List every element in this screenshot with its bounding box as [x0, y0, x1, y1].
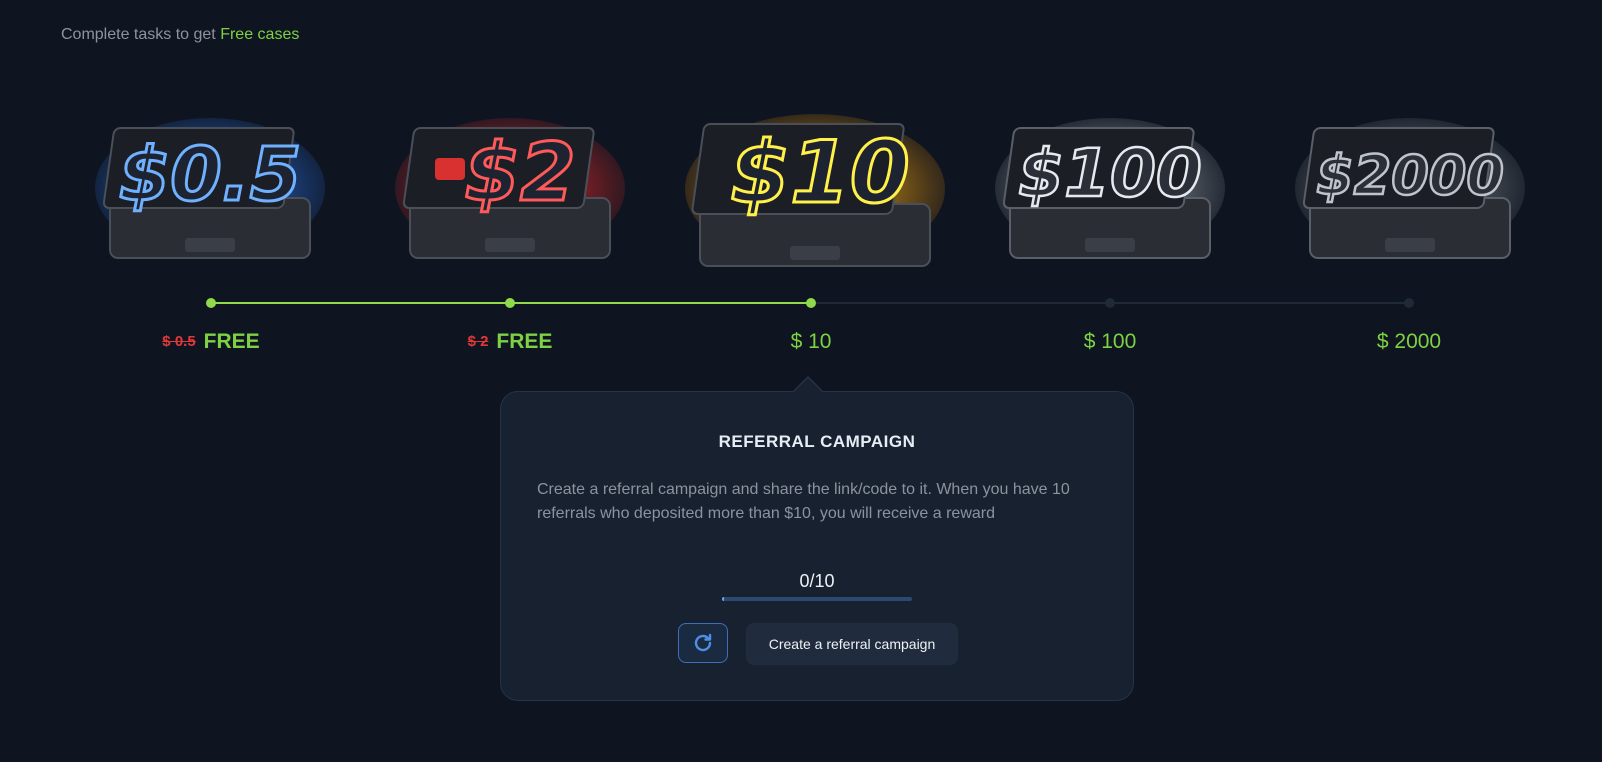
- refresh-button[interactable]: [678, 623, 728, 663]
- svg-text:$2: $2: [464, 126, 575, 219]
- case-10-icon: $10: [685, 114, 945, 267]
- referral-progress-fill: [722, 597, 724, 601]
- track-dot-0-5: [206, 298, 216, 308]
- case-image-10[interactable]: $10: [680, 84, 950, 284]
- case-100-icon: $100: [995, 118, 1225, 259]
- case-price-0-5: $ 0.5 FREE: [162, 330, 259, 354]
- intro-highlight: Free cases: [220, 26, 300, 43]
- case-2000-icon: $2000: [1295, 118, 1525, 259]
- track-dot-100: [1105, 298, 1115, 308]
- svg-text:$100: $100: [1018, 135, 1202, 212]
- referral-progress-text: 0/10: [799, 571, 835, 591]
- price-label: $ 100: [1083, 330, 1137, 353]
- old-price: $ 2: [467, 333, 489, 350]
- case-price-2000: $ 2000: [1377, 330, 1441, 354]
- case-image-2[interactable]: $2: [390, 88, 630, 278]
- intro-prefix: Complete tasks to get: [61, 26, 216, 43]
- case-price-2: $ 2 FREE: [468, 330, 553, 354]
- case-0-5-icon: $0.5: [95, 118, 325, 259]
- free-label: FREE: [203, 330, 260, 353]
- svg-text:$0.5: $0.5: [119, 132, 302, 218]
- panel-title: REFERRAL CAMPAIGN: [718, 432, 916, 451]
- panel-pointer-inner: [793, 378, 823, 393]
- price-label: $ 2000: [1376, 330, 1442, 353]
- case-price-10: $ 10: [791, 330, 832, 354]
- price-label: $ 10: [790, 330, 832, 353]
- case-image-100[interactable]: $100: [990, 88, 1230, 278]
- create-referral-campaign-button[interactable]: Create a referral campaign: [746, 623, 958, 665]
- panel-description: Create a referral campaign and share the…: [537, 481, 1070, 522]
- case-image-0-5[interactable]: $0.5: [90, 88, 330, 278]
- track-dot-2: [505, 298, 515, 308]
- svg-text:$10: $10: [730, 123, 910, 223]
- referral-panel: REFERRAL CAMPAIGN Create a referral camp…: [500, 391, 1134, 701]
- case-2-icon: $2: [395, 118, 625, 259]
- case-price-100: $ 100: [1084, 330, 1137, 354]
- free-label: FREE: [496, 330, 553, 353]
- track-dot-2000: [1404, 298, 1414, 308]
- svg-text:$2000: $2000: [1316, 144, 1504, 207]
- refresh-icon: [694, 633, 712, 652]
- referral-progress-bar: [722, 597, 912, 601]
- case-image-2000[interactable]: $2000: [1290, 88, 1530, 278]
- track-dot-10: [806, 298, 816, 308]
- intro-text: Complete tasks to get Free cases: [61, 26, 299, 44]
- old-price: $ 0.5: [162, 333, 196, 350]
